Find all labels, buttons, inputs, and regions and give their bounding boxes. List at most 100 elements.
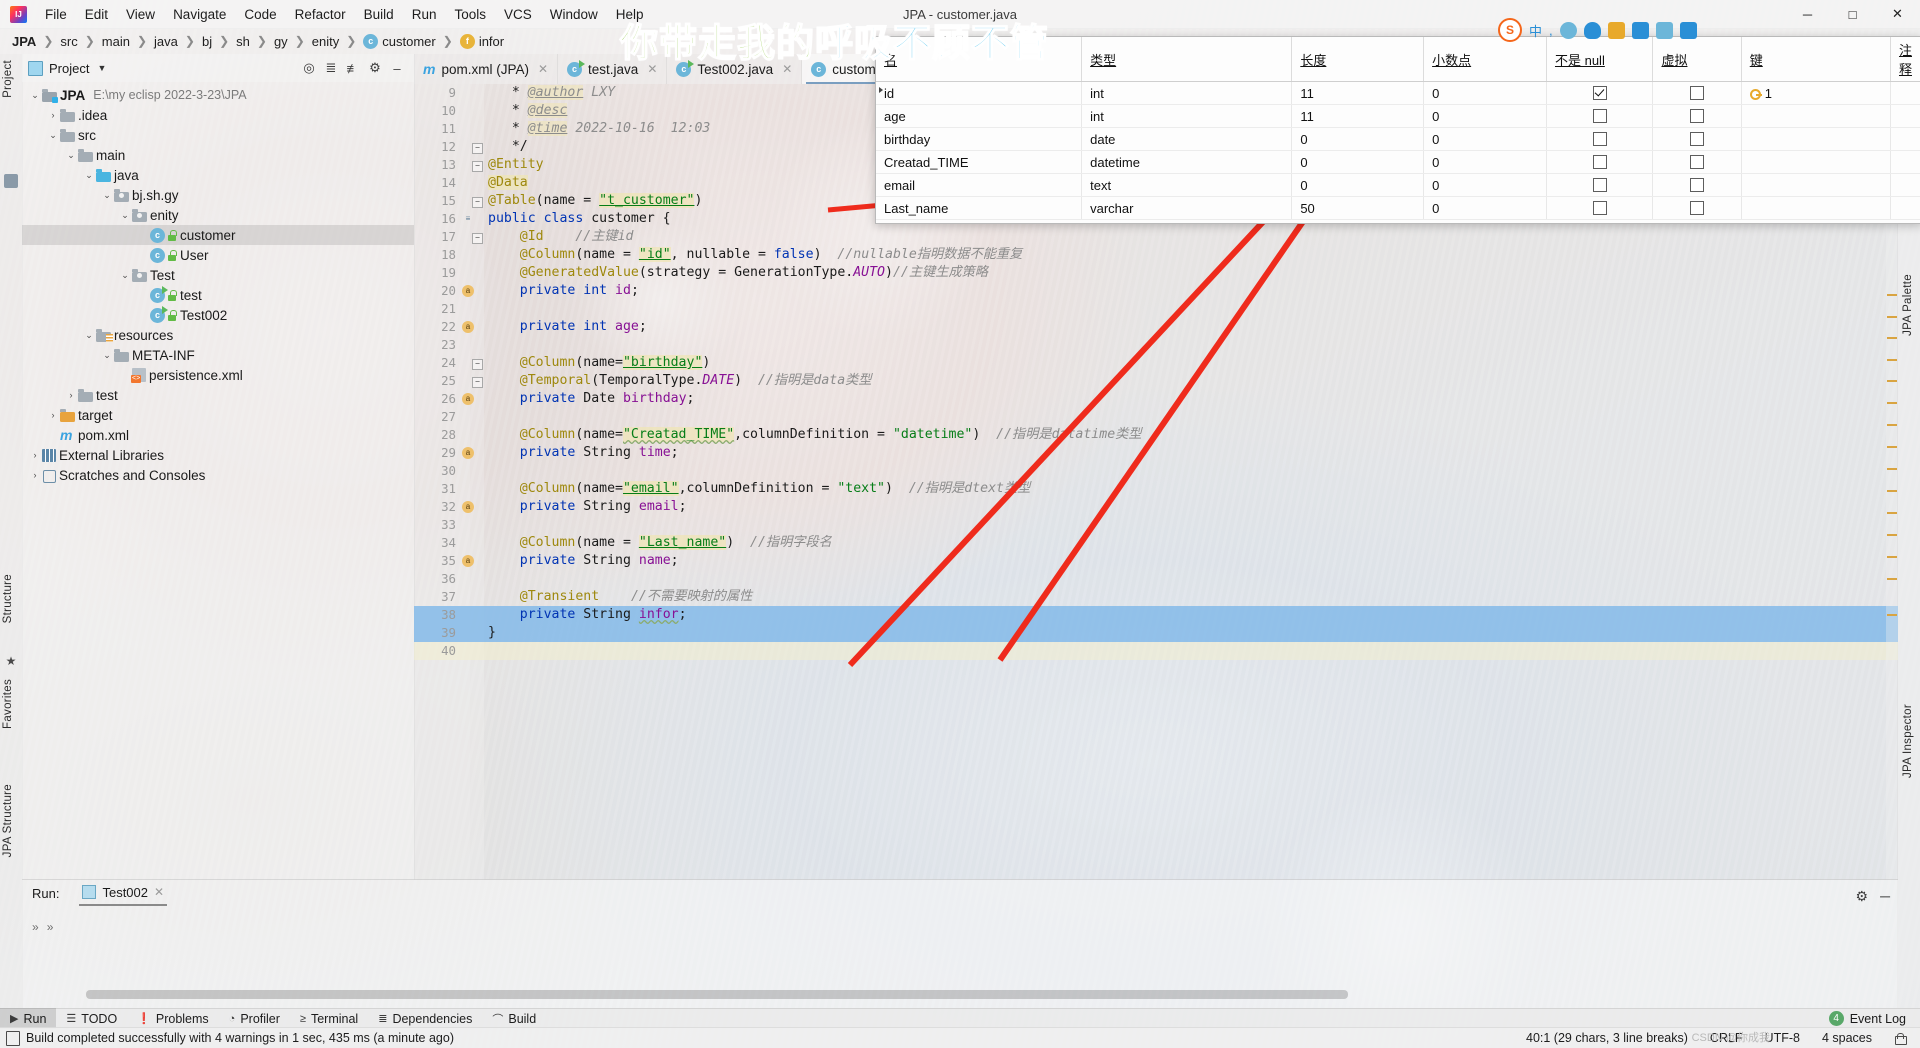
chevron-down-icon[interactable]: ⌄ (118, 270, 132, 281)
cell-type[interactable]: varchar (1081, 196, 1293, 220)
breadcrumb-item-bj[interactable]: bj (202, 34, 212, 49)
code-line-37[interactable]: 37 @Transient //不需要映射的属性 (414, 588, 1898, 606)
mic-icon[interactable] (1583, 21, 1601, 39)
menu-item-build[interactable]: Build (355, 4, 403, 25)
code-line-26[interactable]: 26 a private Date birthday; (414, 390, 1898, 408)
column-header-7[interactable]: 注释 (1890, 37, 1920, 82)
bottom-tab-terminal[interactable]: ≥ Terminal (290, 1008, 368, 1029)
checkbox-notnull[interactable] (1592, 177, 1607, 192)
cell-name[interactable]: age (876, 104, 1083, 128)
code-line-40[interactable]: 40 (414, 642, 1898, 660)
tree-node-persistence-xml[interactable]: ›persistence.xml (22, 365, 414, 385)
screenshot-icon[interactable] (1631, 21, 1649, 39)
column-header-3[interactable]: 小数点 (1423, 37, 1547, 82)
close-icon[interactable]: ✕ (154, 885, 164, 899)
code-fold-icon[interactable]: − (472, 377, 483, 388)
menu-item-navigate[interactable]: Navigate (164, 4, 235, 25)
code-fold-icon[interactable]: − (472, 197, 483, 208)
tree-node-test[interactable]: ›ctest (22, 285, 414, 305)
bottom-tab-dependencies[interactable]: ≣ Dependencies (368, 1008, 482, 1029)
cell-notnull[interactable] (1546, 104, 1654, 128)
cell-notnull[interactable] (1546, 173, 1654, 197)
column-row[interactable]: Last_name varchar 50 0 (876, 196, 1920, 220)
bottom-tab-problems[interactable]: ❗ Problems (127, 1008, 219, 1029)
cell-type[interactable]: datetime (1081, 150, 1293, 174)
code-line-32[interactable]: 32 a private String email; (414, 498, 1898, 516)
bottom-tab-todo[interactable]: ☰ TODO (56, 1008, 127, 1029)
close-icon[interactable]: ✕ (782, 62, 792, 76)
column-header-4[interactable]: 不是 null (1546, 37, 1654, 82)
caret-position[interactable]: 40:1 (29 chars, 3 line breaks) (1526, 1031, 1688, 1045)
breadcrumb-item-enity[interactable]: enity (312, 34, 339, 49)
cell-type[interactable]: int (1081, 81, 1293, 105)
cell-name[interactable]: Last_name (876, 196, 1083, 220)
tree-node-jpa[interactable]: ⌄ JPA E:\my eclisp 2022-3-23\JPA (22, 85, 414, 105)
tree-node-target[interactable]: › target (22, 405, 414, 425)
expand-right-icon[interactable]: » (47, 920, 54, 1009)
code-line-39[interactable]: 39} (414, 624, 1898, 642)
editor-tab-test002-java[interactable]: c Test002.java ✕ (667, 54, 803, 84)
chevron-right-icon[interactable]: › (28, 470, 42, 480)
editor-tab-test-java[interactable]: c test.java ✕ (558, 54, 668, 84)
column-header-6[interactable]: 键 (1741, 37, 1891, 82)
cell-virtual[interactable] (1652, 150, 1742, 174)
cell-decimals[interactable]: 0 (1423, 196, 1547, 220)
lock-icon[interactable] (1894, 1032, 1907, 1045)
editor-tab-pom-xml-jpa-[interactable]: m pom.xml (JPA) ✕ (414, 54, 559, 84)
column-row[interactable]: birthday date 0 0 (876, 127, 1920, 151)
maximize-button[interactable]: □ (1830, 0, 1875, 28)
cell-notnull[interactable] (1546, 81, 1654, 105)
cell-length[interactable]: 11 (1291, 81, 1425, 105)
cell-name[interactable]: email (876, 173, 1083, 197)
cell-name[interactable]: Creatad_TIME (876, 150, 1083, 174)
column-header-2[interactable]: 长度 (1291, 37, 1425, 82)
chevron-down-icon[interactable]: ⌄ (100, 350, 114, 361)
annotation-gutter-icon[interactable]: a (462, 393, 474, 405)
breadcrumb-item-main[interactable]: main (102, 34, 130, 49)
cell-decimals[interactable]: 0 (1423, 127, 1547, 151)
code-line-34[interactable]: 34 @Column(name = "Last_name") //指明字段名 (414, 534, 1898, 552)
column-header-1[interactable]: 类型 (1081, 37, 1293, 82)
cell-comment[interactable] (1890, 150, 1920, 174)
code-fold-icon[interactable]: − (472, 161, 483, 172)
menu-item-refactor[interactable]: Refactor (286, 4, 355, 25)
tree-node-bj-sh-gy[interactable]: ⌄ bj.sh.gy (22, 185, 414, 205)
column-header-5[interactable]: 虚拟 (1652, 37, 1742, 82)
code-line-29[interactable]: 29 a private String time; (414, 444, 1898, 462)
tree-node-src[interactable]: ⌄ src (22, 125, 414, 145)
chevron-right-icon[interactable]: › (28, 450, 42, 460)
breadcrumb-item-src[interactable]: src (60, 34, 77, 49)
cell-virtual[interactable] (1652, 104, 1742, 128)
sidebar-item-favorites[interactable]: Favorites (2, 679, 14, 729)
menu-item-run[interactable]: Run (403, 4, 446, 25)
breadcrumb-item-java[interactable]: java (154, 34, 178, 49)
translate-icon[interactable] (1655, 21, 1673, 39)
code-line-20[interactable]: 20 a private int id; (414, 282, 1898, 300)
run-horizontal-scrollbar[interactable] (86, 990, 1348, 999)
bottom-tab-build[interactable]: ⌒ Build (482, 1008, 546, 1029)
checkbox-virtual[interactable] (1690, 177, 1705, 192)
breadcrumb-item-sh[interactable]: sh (236, 34, 250, 49)
comma-icon[interactable]: , (1549, 23, 1553, 38)
code-line-33[interactable]: 33 (414, 516, 1898, 534)
tree-node-pom-xml[interactable]: ›mpom.xml (22, 425, 414, 445)
chevron-right-icon[interactable]: › (64, 390, 78, 400)
cell-comment[interactable] (1890, 104, 1920, 128)
code-line-35[interactable]: 35 a private String name; (414, 552, 1898, 570)
code-line-22[interactable]: 22 a private int age; (414, 318, 1898, 336)
menu-item-help[interactable]: Help (607, 4, 653, 25)
column-row[interactable]: id int 11 0 1 (876, 81, 1920, 105)
checkbox-notnull[interactable] (1592, 131, 1607, 146)
tree-node-meta-inf[interactable]: ⌄ META-INF (22, 345, 414, 365)
cell-decimals[interactable]: 0 (1423, 150, 1547, 174)
database-column-editor-window[interactable]: 名类型 长度 小数点 不是 null 虚拟键注释 id int 11 0 1 age int 11 0 b… (875, 36, 1920, 224)
annotation-gutter-icon[interactable]: a (462, 501, 474, 513)
cell-decimals[interactable]: 0 (1423, 81, 1547, 105)
code-line-27[interactable]: 27 (414, 408, 1898, 426)
event-log-button[interactable]: 4 Event Log (1828, 1011, 1920, 1026)
checkbox-virtual[interactable] (1690, 200, 1705, 215)
cell-notnull[interactable] (1546, 196, 1654, 220)
notification-icon[interactable] (6, 1030, 20, 1046)
sidebar-item-jpa-palette[interactable]: JPA Palette (1902, 274, 1914, 336)
code-line-24[interactable]: 24 − @Column(name="birthday") (414, 354, 1898, 372)
